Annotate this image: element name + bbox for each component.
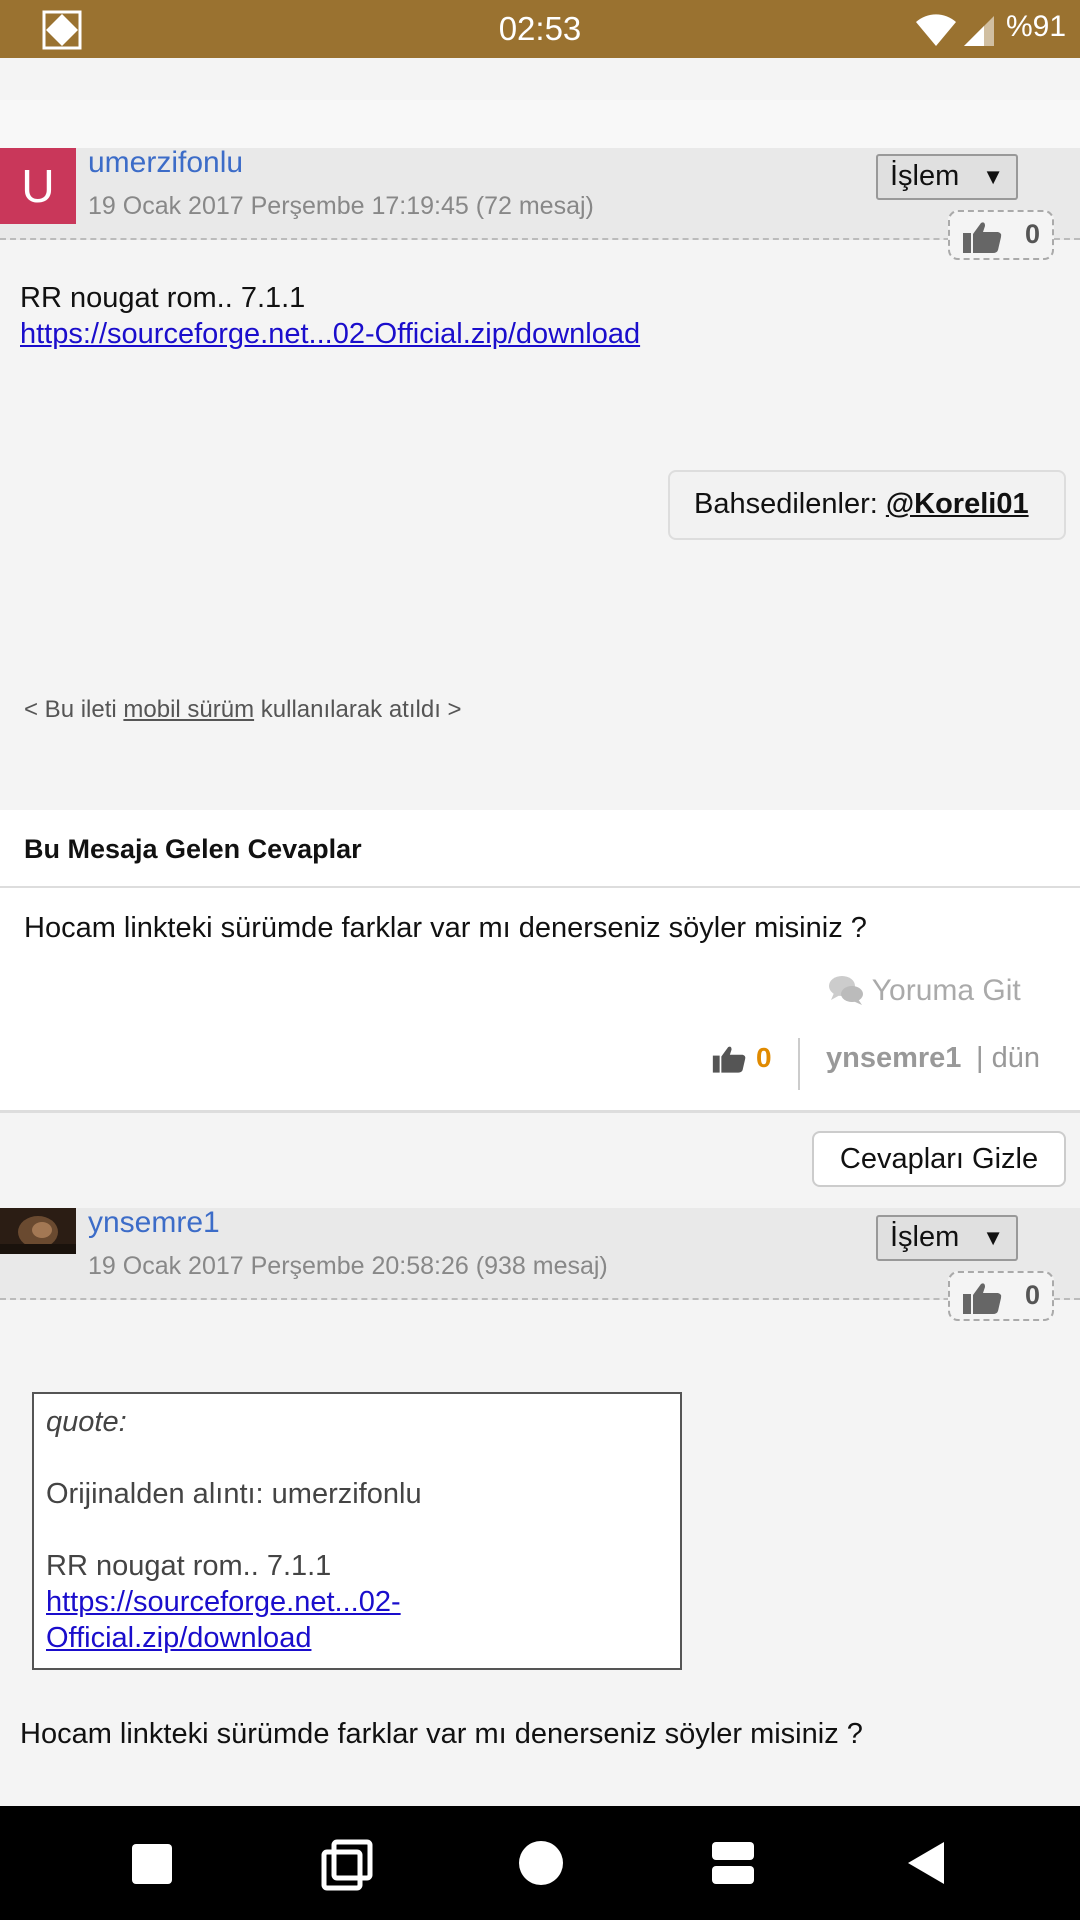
avatar[interactable]: U — [0, 148, 76, 224]
multi-window-icon[interactable] — [712, 1842, 754, 1884]
goto-comment-label: Yoruma Git — [871, 974, 1021, 1007]
post-username[interactable]: umerzifonlu — [88, 146, 243, 180]
battery-level: %91 — [1006, 10, 1067, 43]
top-band — [0, 100, 1080, 148]
thumbs-up-icon — [963, 1283, 1002, 1314]
action-dropdown[interactable]: İşlem ▼ — [876, 1215, 1018, 1261]
reply-like-count: 0 — [756, 1042, 772, 1073]
post-date: 19 Ocak 2017 Perşembe 17:19:45 (72 mesaj… — [88, 192, 594, 220]
action-dropdown-label: İşlem — [890, 1221, 960, 1253]
quote-link[interactable]: Official.zip/download — [46, 1622, 311, 1655]
screenshot-crop-icon[interactable] — [320, 1838, 374, 1892]
signal-icon — [964, 16, 994, 46]
home-button-icon[interactable] — [518, 1840, 564, 1886]
back-button-icon[interactable] — [906, 1840, 946, 1886]
dropdown-arrow-icon: ▼ — [982, 1225, 1004, 1250]
like-button[interactable]: 0 — [948, 210, 1054, 260]
square-button-icon[interactable] — [132, 1844, 172, 1884]
chat-bubbles-icon — [829, 976, 863, 1005]
mobile-note-prefix: < Bu ileti — [24, 696, 117, 723]
post-username[interactable]: ynsemre1 — [88, 1206, 220, 1240]
mentioned-user-link[interactable]: @Koreli01 — [886, 488, 1029, 520]
quote-header: quote: — [46, 1406, 127, 1438]
mobile-note: < Bu ileti mobil sürüm kullanılarak atıl… — [24, 696, 462, 724]
post-body-text: Hocam linkteki sürümde farklar var mı de… — [20, 1718, 863, 1750]
post-body-text: RR nougat rom.. 7.1.1 — [20, 282, 306, 314]
thumbs-up-icon[interactable] — [712, 1044, 746, 1074]
like-count: 0 — [1024, 219, 1040, 249]
mobile-note-suffix: kullanılarak atıldı > — [260, 696, 462, 723]
dropdown-arrow-icon: ▼ — [982, 164, 1004, 189]
status-bar: 02:53 %91 — [0, 0, 1080, 58]
replies-title: Bu Mesaja Gelen Cevaplar — [24, 834, 362, 864]
post-date: 19 Ocak 2017 Perşembe 20:58:26 (938 mesa… — [88, 1252, 608, 1280]
reply-text: Hocam linkteki sürümde farklar var mı de… — [24, 912, 867, 944]
quote-text: RR nougat rom.. 7.1.1 — [46, 1550, 332, 1582]
mentions-label: Bahsedilenler: — [694, 488, 878, 520]
divider — [798, 1038, 800, 1090]
mobile-version-link[interactable]: mobil sürüm — [123, 696, 254, 723]
post-link[interactable]: https://sourceforge.net...02-Official.zi… — [20, 318, 640, 351]
navigation-bar — [0, 1806, 1080, 1920]
action-dropdown[interactable]: İşlem ▼ — [876, 154, 1018, 200]
like-count: 0 — [1024, 1280, 1040, 1310]
hide-replies-button[interactable]: Cevapları Gizle — [812, 1131, 1066, 1187]
avatar[interactable] — [0, 1208, 76, 1254]
avatar-photo — [0, 1208, 76, 1254]
thumbs-up-icon — [963, 222, 1002, 253]
goto-comment-button[interactable]: Yoruma Git — [828, 974, 1021, 1008]
divider — [0, 886, 1080, 888]
quote-block: quote: Orijinalden alıntı: umerzifonlu R… — [32, 1392, 682, 1670]
quote-origin: Orijinalden alıntı: umerzifonlu — [46, 1478, 422, 1510]
wifi-icon — [916, 14, 956, 46]
quote-link[interactable]: https://sourceforge.net...02- — [46, 1586, 401, 1619]
action-dropdown-label: İşlem — [890, 160, 960, 192]
reply-time: | dün — [976, 1042, 1040, 1074]
replies-section: Bu Mesaja Gelen Cevaplar Hocam linkteki … — [0, 810, 1080, 1113]
mentions-box: Bahsedilenler: @Koreli01 — [668, 470, 1066, 540]
like-button[interactable]: 0 — [948, 1271, 1054, 1321]
reply-username[interactable]: ynsemre1 — [826, 1042, 961, 1075]
